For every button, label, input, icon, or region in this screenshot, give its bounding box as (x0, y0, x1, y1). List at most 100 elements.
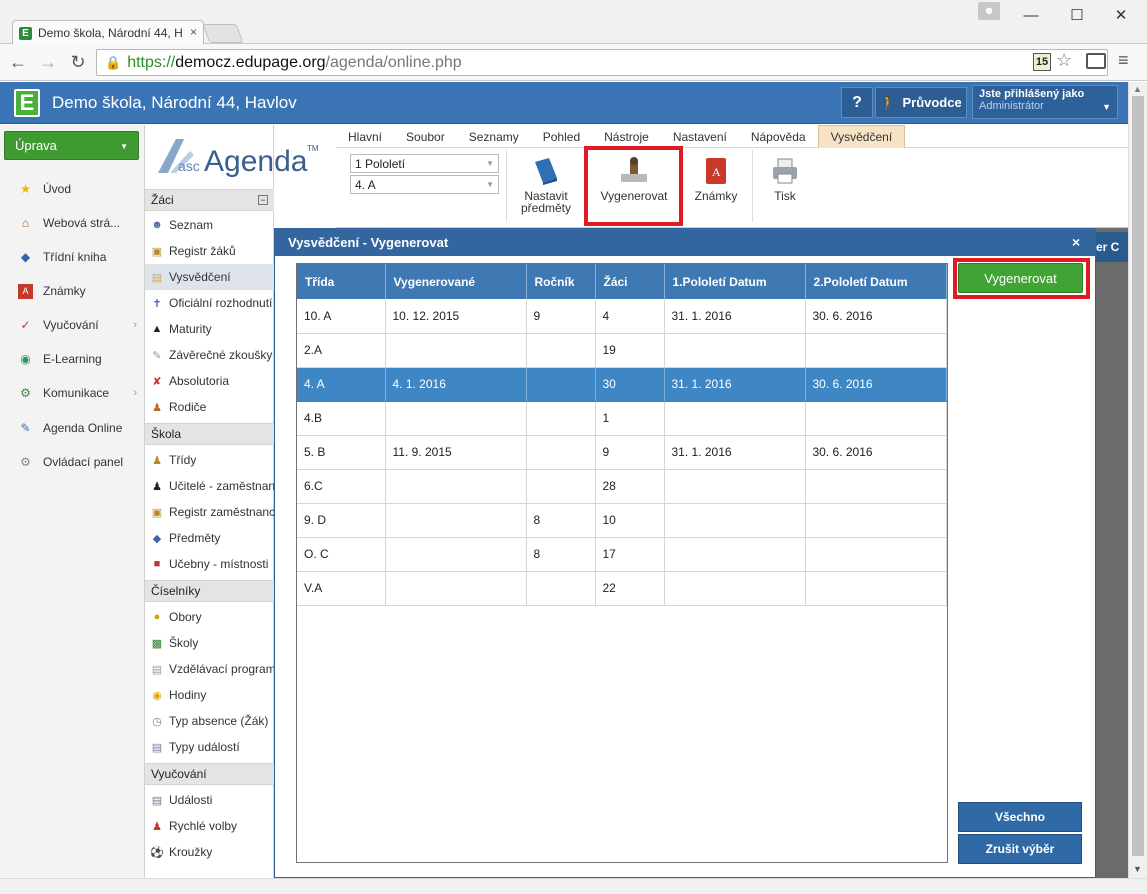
user-menu[interactable]: Jste přihlášený jako Administrátor ▼ (972, 85, 1118, 119)
sidebar-item-registr-zamestnancu[interactable]: ▣ Registr zaměstnanců (145, 499, 274, 525)
nav-item-agenda-online[interactable]: ✎ Agenda Online (0, 413, 145, 443)
tab-soubor[interactable]: Soubor (394, 125, 457, 148)
col-pololeti1[interactable]: 1.Pololetí Datum (664, 264, 806, 299)
nav-label: Webová strá... (43, 216, 121, 230)
sidebar-item-udalosti[interactable]: ▤ Události (145, 787, 274, 813)
col-rocnik[interactable]: Ročník (526, 264, 596, 299)
vertical-scrollbar[interactable]: ▲ ▼ (1128, 82, 1147, 878)
sidebar-item-predmety[interactable]: ◆ Předměty (145, 525, 274, 551)
fragment-text: er C (1096, 240, 1120, 254)
set-subjects-button[interactable]: Nastavit předměty (516, 156, 576, 214)
minimize-icon[interactable]: — (1016, 4, 1046, 26)
period-select[interactable]: 1 Pololetí ▼ (350, 154, 499, 173)
nav-item-uvod[interactable]: ★ Úvod (0, 174, 145, 204)
table-row[interactable]: 2.A 19 (297, 333, 947, 368)
sidebar-item-typy-udalosti[interactable]: ▤ Typy událostí (145, 734, 274, 760)
table-row[interactable]: V.A 22 (297, 571, 947, 606)
table-row[interactable]: 4.B 1 (297, 401, 947, 436)
sidebar-label: Vzdělávací programy (169, 662, 274, 676)
browser-tab[interactable]: E Demo škola, Národní 44, H × (12, 20, 204, 45)
sidebar-item-skoly[interactable]: ▩ Školy (145, 630, 274, 656)
sidebar-item-tridy[interactable]: ♟ Třídy (145, 447, 274, 473)
url-input[interactable]: 🔒 https:// democz.edupage.org /agenda/on… (96, 49, 1108, 76)
table-row[interactable]: 5. B 11. 9. 2015 9 31. 1. 2016 30. 6. 2016 (297, 435, 947, 470)
col-zaci[interactable]: Žáci (595, 264, 665, 299)
section-header-skola[interactable]: Škola (145, 423, 274, 445)
print-button[interactable]: Tisk (762, 156, 808, 202)
browser-menu-icon[interactable]: ≡ (1118, 50, 1129, 71)
class-select[interactable]: 4. A ▼ (350, 175, 499, 194)
back-icon[interactable]: ← (6, 50, 30, 74)
cast-icon[interactable] (1086, 53, 1106, 69)
collapse-icon[interactable]: − (258, 195, 268, 205)
sidebar-item-vysvedceni[interactable]: ▤ Vysvědčení (145, 264, 274, 290)
sidebar-item-krouzky[interactable]: ⚽ Kroužky (145, 839, 274, 865)
close-window-icon[interactable]: ✕ (1106, 4, 1136, 26)
clear-selection-button[interactable]: Zrušit výběr (958, 834, 1082, 864)
sidebar-item-oficialni-rozhodnuti[interactable]: ✝ Oficiální rozhodnutí (145, 290, 274, 316)
nav-item-vyucovani[interactable]: ✓ Vyučování › (0, 310, 145, 340)
scrollbar-thumb[interactable] (1132, 96, 1144, 856)
profile-icon[interactable]: ☻ (978, 2, 1000, 20)
sidebar-item-rodice[interactable]: ♟ Rodiče (145, 394, 274, 420)
nav-item-tridni-kniha[interactable]: ◆ Třídní kniha (0, 242, 145, 272)
guide-button[interactable]: 🚶 Průvodce (875, 87, 967, 118)
bookmark-star-icon[interactable]: ☆ (1056, 50, 1072, 71)
section-header-ciselniky[interactable]: Číselníky (145, 580, 274, 602)
sidebar-item-typ-absence[interactable]: ◷ Typ absence (Žák) (145, 708, 274, 734)
sidebar-item-ucebny[interactable]: ■ Učebny - místnosti (145, 551, 274, 577)
sidebar-item-hodiny[interactable]: ◉ Hodiny (145, 682, 274, 708)
tab-pohled[interactable]: Pohled (531, 125, 592, 148)
table-row[interactable]: 9. D 8 10 (297, 503, 947, 538)
tab-nastroje[interactable]: Nástroje (592, 125, 661, 148)
sidebar-item-rychle-volby[interactable]: ♟ Rychlé volby (145, 813, 274, 839)
tab-close-icon[interactable]: × (190, 25, 197, 39)
tab-vysvedceni[interactable]: Vysvědčení (817, 125, 906, 148)
reload-icon[interactable]: ↻ (66, 50, 90, 74)
tab-napoveda[interactable]: Nápověda (739, 125, 818, 148)
nav-item-znamky[interactable]: A Známky (0, 276, 145, 306)
sidebar-label: Rychlé volby (169, 819, 238, 833)
col-pololeti2[interactable]: 2.Pololetí Datum (805, 264, 947, 299)
section-header-zaci[interactable]: Žáci − (145, 189, 274, 211)
section-header-vyucovani[interactable]: Vyučování (145, 763, 274, 785)
bell-icon: ◉ (152, 689, 162, 702)
sidebar-item-zaverecne-zkousky[interactable]: ✎ Závěrečné zkoušky (145, 342, 274, 368)
table-row[interactable]: 10. A 10. 12. 2015 9 4 31. 1. 2016 30. 6. 201… (297, 299, 947, 334)
select-all-button[interactable]: Všechno (958, 802, 1082, 832)
sidebar-item-obory[interactable]: ● Obory (145, 604, 274, 630)
close-icon[interactable]: × (1072, 234, 1080, 250)
tab-hlavni[interactable]: Hlavní (336, 125, 394, 148)
uprava-button[interactable]: Úprava ▼ (4, 131, 139, 160)
extension-badge[interactable]: 15 (1033, 53, 1051, 71)
edupage-favicon-icon: E (19, 26, 32, 40)
sidebar-item-vzdelavaci-programy[interactable]: ▤ Vzdělávací programy (145, 656, 274, 682)
scroll-up-icon[interactable]: ▲ (1133, 84, 1142, 94)
help-button[interactable]: ? (841, 87, 873, 118)
edupage-logo[interactable]: E (14, 89, 40, 117)
table-cell: 10. A (297, 299, 386, 334)
nav-item-elearning[interactable]: ◉ E-Learning (0, 344, 145, 374)
table-row[interactable]: 4. A 4. 1. 2016 30 31. 1. 2016 30. 6. 2016 (297, 367, 947, 402)
tab-seznamy[interactable]: Seznamy (457, 125, 531, 148)
maximize-icon[interactable]: ☐ (1062, 4, 1092, 26)
horizontal-scrollbar[interactable] (0, 878, 1147, 894)
table-row[interactable]: 6.C 28 (297, 469, 947, 504)
sidebar-item-absolutoria[interactable]: ✘ Absolutoria (145, 368, 274, 394)
table-row[interactable]: O. C 8 17 (297, 537, 947, 572)
sidebar-label: Seznam (169, 218, 214, 232)
sidebar-item-ucitele[interactable]: ♟ Učitelé - zaměstnanci (145, 473, 274, 499)
new-tab-button[interactable] (202, 24, 244, 43)
tab-nastaveni[interactable]: Nastavení (661, 125, 739, 148)
sidebar-item-maturity[interactable]: ▲ Maturity (145, 316, 274, 342)
forward-icon[interactable]: → (36, 50, 60, 74)
col-trida[interactable]: Třída (297, 264, 386, 299)
nav-item-web[interactable]: ⌂ Webová strá... (0, 208, 145, 238)
nav-item-ovladaci-panel[interactable]: ⚙ Ovládací panel (0, 447, 145, 477)
sidebar-item-seznam[interactable]: ☻ Seznam (145, 212, 274, 238)
grades-button[interactable]: A Známky (690, 156, 742, 202)
col-vygenerovane[interactable]: Vygenerované (385, 264, 527, 299)
nav-item-komunikace[interactable]: ⚙ Komunikace › (0, 378, 145, 408)
sidebar-item-registr-zaku[interactable]: ▣ Registr žáků (145, 238, 274, 264)
scroll-down-icon[interactable]: ▼ (1133, 864, 1142, 874)
